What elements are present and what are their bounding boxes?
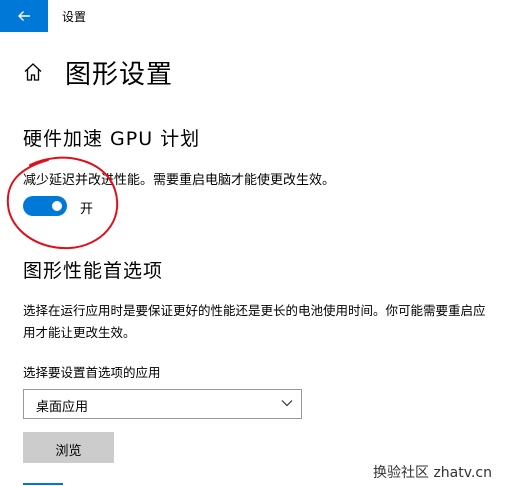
browse-button[interactable]: 浏览: [23, 432, 114, 463]
chevron-down-icon: [281, 400, 293, 407]
window-title: 设置: [62, 10, 87, 24]
gpu-scheduling-heading: 硬件加速 GPU 计划: [23, 128, 201, 150]
page-title: 图形设置: [65, 60, 174, 90]
home-icon[interactable]: [23, 62, 43, 82]
toggle-state-label: 开: [80, 202, 94, 217]
back-button[interactable]: [0, 0, 48, 32]
toggle-knob: [52, 201, 62, 211]
graphics-performance-heading: 图形性能首选项: [23, 260, 164, 282]
back-arrow-icon: [18, 11, 30, 21]
app-type-dropdown[interactable]: 桌面应用: [23, 389, 302, 419]
title-bar: 设置: [0, 0, 508, 32]
watermark: 换验社区 zhatv.cn: [373, 465, 492, 481]
gpu-scheduling-description: 减少延迟并改进性能。需要重启电脑才能使更改生效。: [23, 173, 336, 188]
gpu-scheduling-toggle[interactable]: [23, 196, 67, 216]
link-underline[interactable]: [23, 483, 63, 485]
browse-button-label: 浏览: [55, 444, 82, 459]
app-select-label: 选择要设置首选项的应用: [23, 365, 161, 380]
graphics-performance-description: 选择在运行应用时是要保证更好的性能还是更长的电池使用时间。你可能需要重启应用才能…: [23, 303, 486, 340]
dropdown-value: 桌面应用: [36, 400, 89, 415]
